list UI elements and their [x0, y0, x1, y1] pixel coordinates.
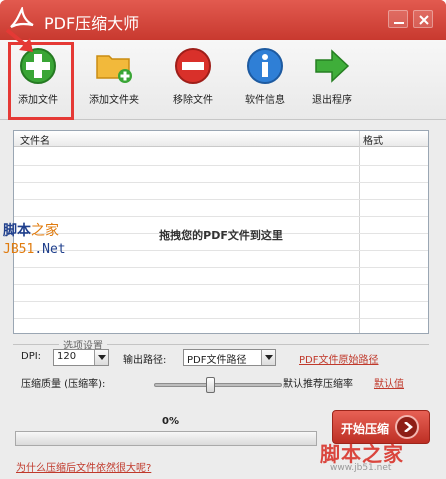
- row-divider: [14, 182, 428, 183]
- window-title: PDF压缩大师: [44, 14, 140, 33]
- row-divider: [14, 318, 428, 319]
- row-divider: [14, 165, 428, 166]
- progress-bar: [15, 431, 317, 446]
- row-divider: [14, 284, 428, 285]
- start-compress-label: 开始压缩: [341, 422, 390, 436]
- row-divider: [14, 216, 428, 217]
- chevron-down-icon: [98, 355, 106, 360]
- remove-file-label: 移除文件: [173, 95, 213, 106]
- go-arrow-icon: [395, 415, 419, 439]
- help-link[interactable]: 为什么压缩后文件依然很大呢?: [16, 459, 151, 474]
- minimize-button[interactable]: [388, 10, 408, 28]
- output-path-value: PDF文件路径: [187, 355, 247, 366]
- progress-percent: 0%: [162, 416, 179, 427]
- row-divider: [14, 301, 428, 302]
- exit-button[interactable]: 退出程序: [294, 46, 370, 116]
- column-format[interactable]: 格式: [363, 132, 383, 147]
- info-icon: [247, 48, 283, 84]
- title-bar[interactable]: PDF压缩大师: [0, 0, 446, 40]
- original-path-link[interactable]: PDF文件原始路径: [299, 351, 378, 366]
- dpi-value: 120: [57, 351, 77, 362]
- close-button[interactable]: [413, 10, 433, 28]
- drop-hint-text: 拖拽您的PDF文件到这里: [159, 229, 283, 242]
- chevron-down-icon: [265, 355, 273, 360]
- software-info-button[interactable]: 软件信息: [227, 46, 303, 116]
- quality-slider[interactable]: [154, 377, 282, 393]
- close-icon: [419, 15, 429, 25]
- row-divider: [14, 267, 428, 268]
- output-path-label: 输出路径:: [123, 355, 167, 366]
- folder-add-icon: [96, 55, 132, 83]
- quality-label: 压缩质量 (压缩率):: [21, 379, 106, 390]
- column-filename[interactable]: 文件名: [20, 132, 50, 147]
- default-value-link[interactable]: 默认值: [374, 375, 404, 390]
- file-list[interactable]: 文件名 格式 拖拽您的PDF文件到这里: [13, 130, 429, 334]
- quality-slider-thumb[interactable]: [206, 377, 215, 393]
- watermark-logo-sub: JB51.Net: [3, 242, 66, 257]
- options-group: 选项设置 DPI: 120 输出路径: PDF文件路径 PDF文件原始路径 压缩…: [13, 337, 429, 394]
- add-folder-label: 添加文件夹: [89, 95, 139, 106]
- remove-minus-icon: [175, 48, 211, 84]
- app-window: PDF压缩大师 添加文件 添加文件夹 移除文件 软件信息 退出程序 文件名 格式…: [0, 0, 446, 479]
- remove-file-button[interactable]: 移除文件: [155, 46, 231, 116]
- exit-label: 退出程序: [312, 95, 352, 106]
- exit-arrow-icon: [315, 49, 350, 83]
- dpi-label: DPI:: [21, 351, 42, 362]
- file-list-header: 文件名 格式: [14, 131, 428, 147]
- dpi-select[interactable]: 120: [53, 349, 109, 366]
- watermark-logo: 脚本之家: [3, 223, 59, 239]
- software-info-label: 软件信息: [245, 95, 285, 106]
- minimize-icon: [394, 22, 404, 24]
- add-folder-button[interactable]: 添加文件夹: [76, 46, 152, 116]
- output-path-select[interactable]: PDF文件路径: [183, 349, 276, 366]
- main-panel: 文件名 格式 拖拽您的PDF文件到这里 脚本之家 JB51.Net 选项设置 D…: [0, 120, 446, 479]
- watermark-url: www.jb51.net: [330, 463, 392, 473]
- annotation-arrow-icon: [5, 28, 33, 52]
- quality-description: 默认推荐压缩率: [283, 379, 353, 390]
- dpi-dropdown-button[interactable]: [94, 350, 108, 365]
- row-divider: [14, 199, 428, 200]
- row-divider: [14, 250, 428, 251]
- output-dropdown-button[interactable]: [261, 350, 275, 365]
